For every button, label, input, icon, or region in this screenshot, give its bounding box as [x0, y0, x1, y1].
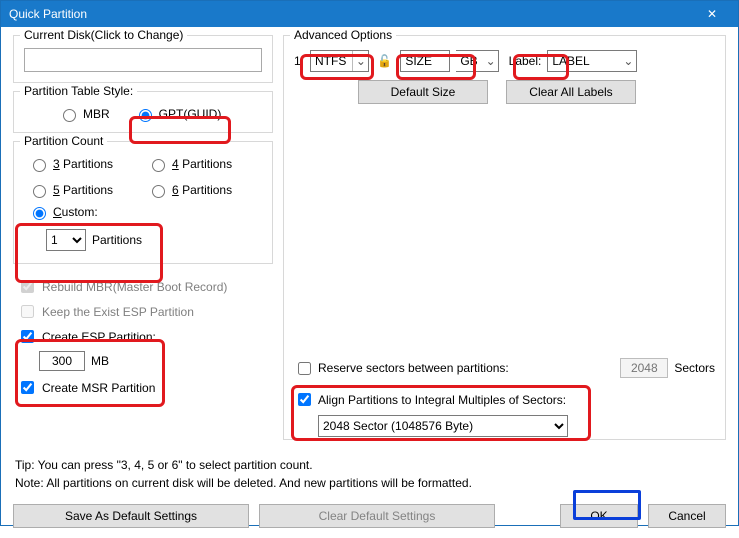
- volume-label-select[interactable]: LABEL⌄: [547, 50, 637, 72]
- row-prefix: 1:: [294, 54, 304, 68]
- table-style-legend: Partition Table Style:: [20, 84, 137, 98]
- current-disk-input[interactable]: [24, 48, 262, 72]
- radio-5-partitions[interactable]: 5 Partitions: [28, 182, 113, 198]
- default-size-button[interactable]: Default Size: [358, 80, 488, 104]
- advanced-options-group: Advanced Options 1: NTFS⌄ 🔓 GB⌄ Label: L…: [283, 35, 726, 440]
- chevron-down-icon: ⌄: [484, 51, 498, 71]
- radio-4-partitions[interactable]: 4 Partitions: [147, 156, 232, 172]
- check-keep-esp: Keep the Exist ESP Partition: [17, 299, 273, 324]
- chevron-down-icon: ⌄: [620, 51, 636, 71]
- partition-count-legend: Partition Count: [20, 134, 107, 148]
- check-rebuild-mbr: Rebuild MBR(Master Boot Record): [17, 274, 273, 299]
- check-create-msr[interactable]: Create MSR Partition: [17, 375, 273, 400]
- size-input[interactable]: [400, 50, 450, 72]
- current-disk-group: Current Disk(Click to Change): [13, 35, 273, 83]
- partition-count-group: Partition Count 3 Partitions 4 Partition…: [13, 141, 273, 264]
- clear-labels-button[interactable]: Clear All Labels: [506, 80, 636, 104]
- check-reserve-sectors[interactable]: Reserve sectors between partitions:: [294, 359, 509, 378]
- checks-group: Rebuild MBR(Master Boot Record) Keep the…: [13, 272, 273, 400]
- radio-custom[interactable]: Custom:: [28, 204, 98, 220]
- esp-size-input[interactable]: [39, 351, 85, 371]
- lock-icon[interactable]: 🔓: [375, 54, 394, 69]
- custom-count-select[interactable]: 1: [46, 229, 86, 251]
- note-text: Note: All partitions on current disk wil…: [15, 474, 726, 492]
- cancel-button[interactable]: Cancel: [648, 504, 726, 528]
- tip-text: Tip: You can press "3, 4, 5 or 6" to sel…: [15, 456, 726, 474]
- table-style-group: Partition Table Style: MBR GPT(GUID): [13, 91, 273, 133]
- close-icon[interactable]: ✕: [694, 7, 730, 21]
- save-default-button[interactable]: Save As Default Settings: [13, 504, 249, 528]
- current-disk-legend: Current Disk(Click to Change): [20, 28, 187, 42]
- reserve-unit: Sectors: [674, 361, 715, 375]
- titlebar: Quick Partition ✕: [1, 1, 738, 27]
- window-title: Quick Partition: [9, 7, 87, 21]
- size-unit-select[interactable]: GB⌄: [456, 50, 498, 72]
- align-sector-select[interactable]: 2048 Sector (1048576 Byte): [318, 415, 568, 437]
- esp-size-unit: MB: [91, 354, 109, 368]
- check-create-esp[interactable]: Create ESP Partition:: [17, 324, 273, 349]
- radio-6-partitions[interactable]: 6 Partitions: [147, 182, 232, 198]
- radio-3-partitions[interactable]: 3 Partitions: [28, 156, 113, 172]
- label-prefix: Label:: [509, 54, 542, 68]
- chevron-down-icon: ⌄: [352, 51, 368, 71]
- clear-default-button: Clear Default Settings: [259, 504, 495, 528]
- check-align-partitions[interactable]: Align Partitions to Integral Multiples o…: [294, 390, 566, 409]
- radio-mbr[interactable]: MBR: [58, 106, 110, 122]
- custom-unit-label: Partitions: [92, 233, 142, 247]
- ok-button[interactable]: OK: [560, 504, 638, 528]
- radio-gpt[interactable]: GPT(GUID): [134, 106, 222, 122]
- reserve-sectors-input: [620, 358, 668, 378]
- advanced-options-legend: Advanced Options: [290, 28, 396, 42]
- filesystem-select[interactable]: NTFS⌄: [310, 50, 369, 72]
